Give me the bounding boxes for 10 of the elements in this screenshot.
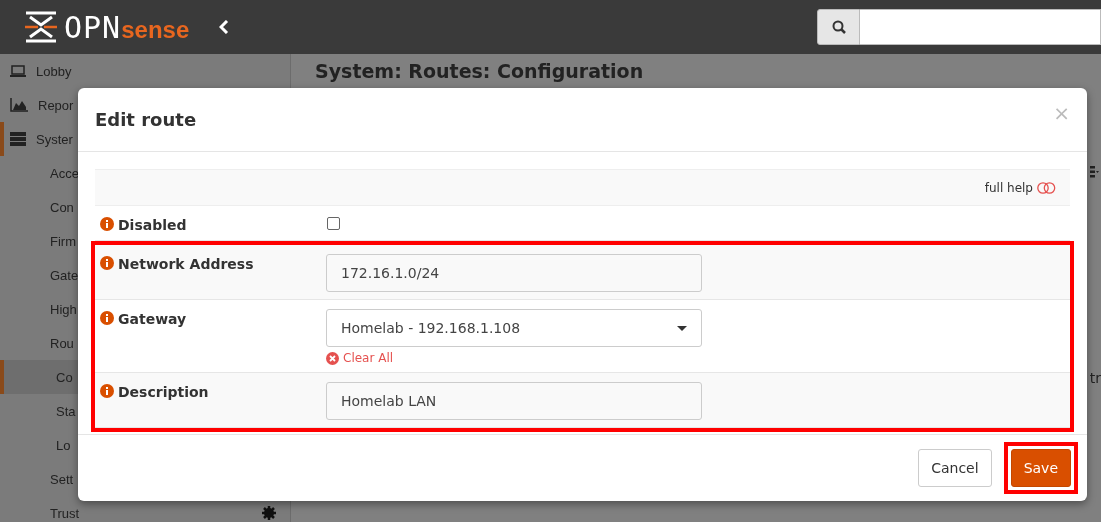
- field-label: Network Address: [118, 256, 254, 272]
- logo-text: sense: [121, 16, 190, 44]
- dialog-title: Edit route: [95, 109, 197, 130]
- field-label: Description: [118, 384, 209, 400]
- page-title: System: Routes: Configuration: [315, 60, 645, 82]
- full-help-label: full help: [984, 180, 1033, 195]
- logo-text: OPN: [64, 9, 122, 45]
- cut-off-text: tr: [1089, 370, 1101, 386]
- field-label: Gateway: [118, 311, 187, 327]
- field-label: Disabled: [118, 217, 187, 233]
